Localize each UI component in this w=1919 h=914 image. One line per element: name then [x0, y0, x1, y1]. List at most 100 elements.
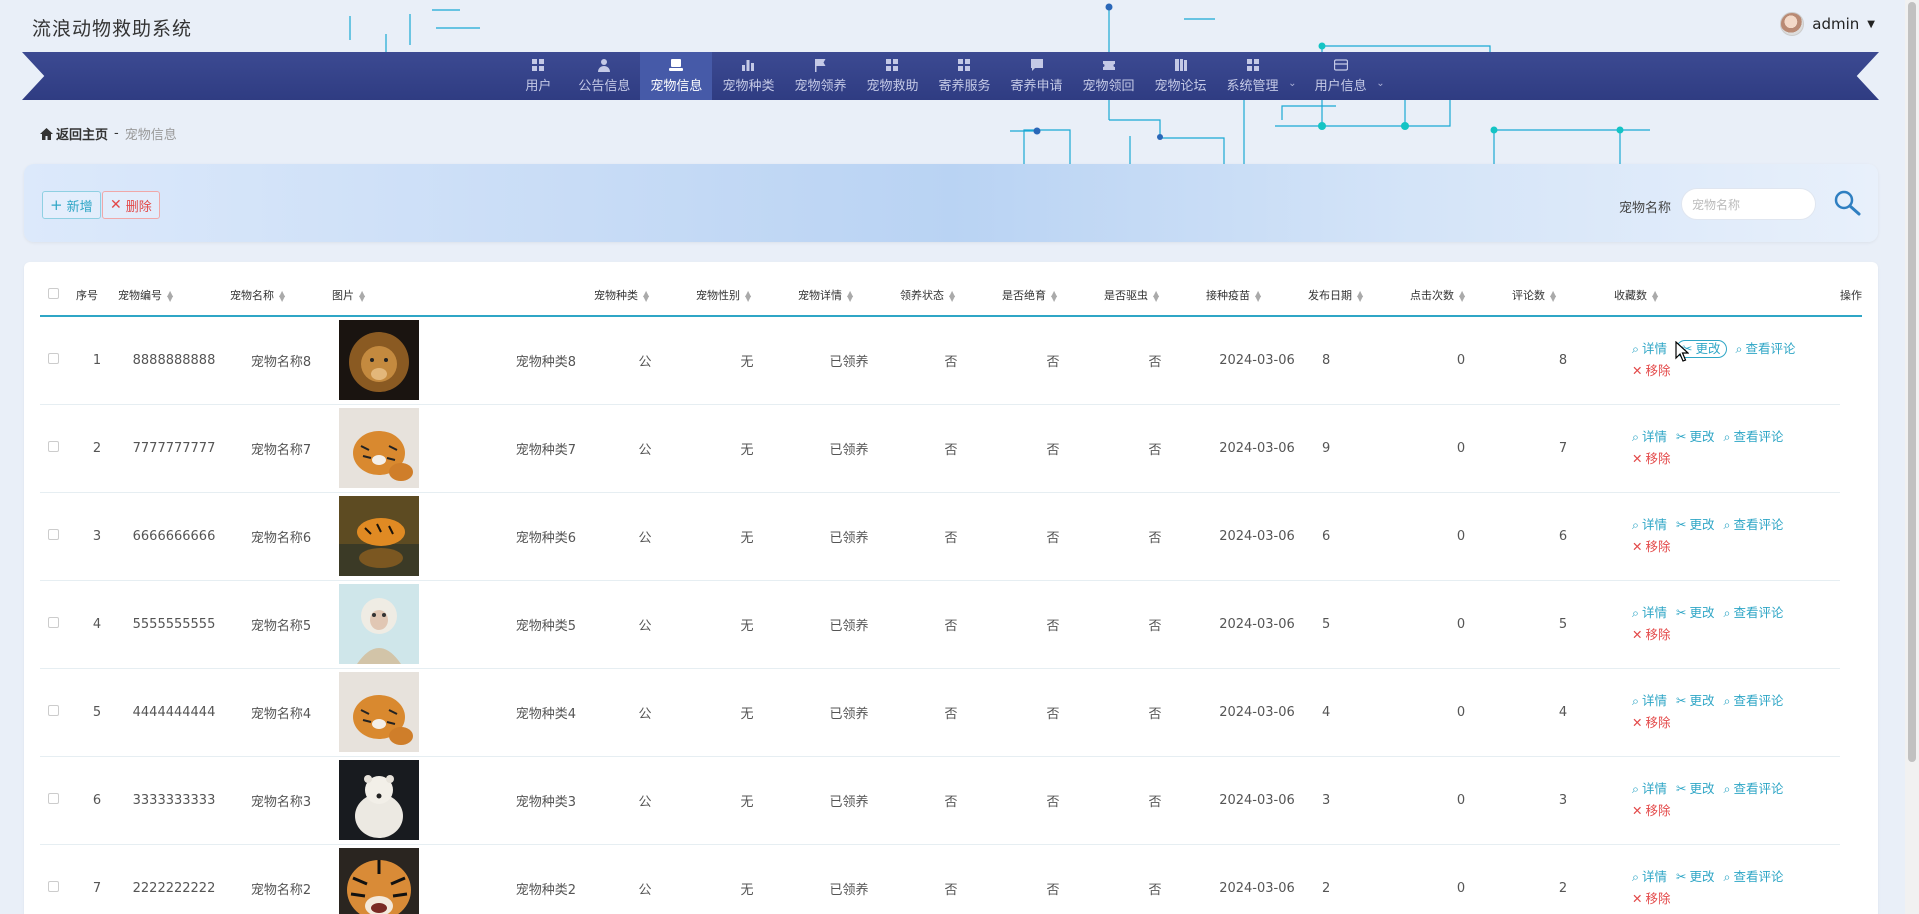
table-row: 4 5555555555 宠物名称5 宠物种类5 公无已领养否否否 2024-03-06 5… — [40, 580, 1862, 669]
detail-button[interactable]: ⌕ 详情 — [1632, 602, 1667, 624]
column-header[interactable]: 是否绝育 ▲ ▼ — [1002, 274, 1104, 317]
sort-icon[interactable]: ▲ ▼ — [1051, 289, 1057, 302]
row-checkbox[interactable] — [48, 528, 59, 540]
sort-icon[interactable]: ▲ ▼ — [279, 289, 285, 302]
view-comments-button[interactable]: ⌕ 查看评论 — [1724, 514, 1784, 536]
view-comments-button[interactable]: ⌕ 查看评论 — [1724, 602, 1784, 624]
sort-icon[interactable]: ▲ ▼ — [949, 289, 955, 302]
nav-item-6[interactable]: 寄养服务 — [928, 52, 1000, 100]
pet-image[interactable] — [339, 672, 419, 752]
breadcrumb-home[interactable]: 返回主页 — [40, 124, 108, 143]
sort-icon[interactable]: ▲ ▼ — [1459, 289, 1465, 302]
detail-button[interactable]: ⌕ 详情 — [1632, 778, 1667, 800]
pet-image[interactable] — [339, 760, 419, 840]
select-all-checkbox[interactable] — [48, 287, 59, 299]
search-input[interactable]: 宠物名称 — [1681, 188, 1816, 220]
column-header[interactable]: 宠物编号 ▲ ▼ — [118, 274, 230, 317]
pet-image[interactable] — [339, 408, 419, 488]
nav-item-0[interactable]: 用户 — [508, 52, 568, 100]
cell-dewormed: 否 — [1002, 668, 1104, 757]
nav-item-8[interactable]: 宠物领回 — [1073, 52, 1145, 100]
edit-button[interactable]: ✂ 更改 — [1676, 866, 1715, 888]
sort-icon[interactable]: ▲ ▼ — [167, 289, 173, 302]
user-menu[interactable]: admin ▼ — [1780, 12, 1875, 36]
column-header[interactable]: 宠物性别 ▲ ▼ — [696, 274, 798, 317]
row-checkbox[interactable] — [48, 352, 59, 364]
view-comments-button[interactable]: ⌕ 查看评论 — [1724, 426, 1784, 448]
magic-wand-icon: ⌕ — [1632, 429, 1640, 444]
edit-button[interactable]: ✂ 更改 — [1676, 426, 1715, 448]
pet-image[interactable] — [339, 320, 419, 401]
row-checkbox[interactable] — [48, 704, 59, 716]
column-header[interactable]: 是否驱虫 ▲ ▼ — [1104, 274, 1206, 317]
column-header-label: 收藏数 — [1614, 288, 1647, 302]
sort-icon[interactable]: ▲ ▼ — [1357, 289, 1363, 302]
nav-item-5[interactable]: 宠物救助 — [856, 52, 928, 100]
edit-button[interactable]: ✂ 更改 — [1676, 602, 1715, 624]
remove-button[interactable]: ✕ 移除 — [1632, 448, 1671, 470]
scrollbar-thumb[interactable] — [1908, 2, 1916, 762]
close-icon: ✕ — [1632, 539, 1643, 554]
remove-button[interactable]: ✕ 移除 — [1632, 536, 1671, 558]
column-header[interactable]: 收藏数 ▲ ▼ — [1614, 274, 1840, 317]
column-header[interactable]: 领养状态 ▲ ▼ — [900, 274, 1002, 317]
page-scrollbar[interactable] — [1905, 0, 1919, 914]
pet-image[interactable] — [339, 496, 419, 576]
edit-button[interactable]: ✂ 更改 — [1676, 514, 1715, 536]
nav-item-2[interactable]: 宠物信息 — [640, 52, 713, 100]
sort-icon[interactable]: ▲ ▼ — [1652, 289, 1658, 302]
detail-button[interactable]: ⌕ 详情 — [1632, 514, 1667, 536]
column-header[interactable]: 宠物详情 ▲ ▼ — [798, 274, 900, 317]
nav-item-11[interactable]: 用户信息 ⌄ — [1305, 52, 1385, 100]
delete-button[interactable]: ✕ 删除 — [102, 191, 160, 219]
view-comments-button[interactable]: ⌕ 查看评论 — [1724, 778, 1784, 800]
nav-item-9[interactable]: 宠物论坛 — [1145, 52, 1217, 100]
column-header[interactable]: 宠物名称 ▲ ▼ — [230, 274, 332, 317]
column-header[interactable]: 图片 ▲ ▼ — [332, 274, 594, 317]
cell-comments: 0 — [1410, 756, 1512, 845]
column-header[interactable]: 接种疫苗 ▲ ▼ — [1206, 274, 1308, 317]
view-comments-button[interactable]: ⌕ 查看评论 — [1724, 866, 1784, 888]
column-header[interactable]: 评论数 ▲ ▼ — [1512, 274, 1614, 317]
pet-image[interactable] — [339, 848, 419, 914]
detail-button[interactable]: ⌕ 详情 — [1632, 338, 1667, 360]
cell-type: 宠物种类7 — [492, 404, 594, 493]
view-comments-button[interactable]: ⌕ 查看评论 — [1736, 338, 1796, 360]
sort-icon[interactable]: ▲ ▼ — [1255, 289, 1261, 302]
edit-button[interactable]: ✂ 更改 — [1676, 778, 1715, 800]
sort-icon[interactable]: ▲ ▼ — [847, 289, 853, 302]
detail-button[interactable]: ⌕ 详情 — [1632, 426, 1667, 448]
remove-button[interactable]: ✕ 移除 — [1632, 800, 1671, 822]
search-button[interactable] — [1832, 188, 1862, 218]
remove-button[interactable]: ✕ 移除 — [1632, 360, 1671, 382]
remove-button[interactable]: ✕ 移除 — [1632, 624, 1671, 646]
row-checkbox[interactable] — [48, 880, 59, 892]
column-header[interactable]: 发布日期 ▲ ▼ — [1308, 274, 1410, 317]
sort-icon[interactable]: ▲ ▼ — [643, 289, 649, 302]
detail-button[interactable]: ⌕ 详情 — [1632, 690, 1667, 712]
sort-icon[interactable]: ▲ ▼ — [359, 289, 365, 302]
row-checkbox[interactable] — [48, 440, 59, 452]
column-header[interactable]: 宠物种类 ▲ ▼ — [594, 274, 696, 317]
detail-button[interactable]: ⌕ 详情 — [1632, 866, 1667, 888]
add-button[interactable]: + 新增 — [42, 191, 101, 219]
column-header[interactable]: 点击次数 ▲ ▼ — [1410, 274, 1512, 317]
cell-name: 宠物名称8 — [230, 316, 332, 405]
nav-item-1[interactable]: 公告信息 — [568, 52, 640, 100]
view-comments-button[interactable]: ⌕ 查看评论 — [1724, 690, 1784, 712]
row-checkbox[interactable] — [48, 616, 59, 628]
row-checkbox[interactable] — [48, 792, 59, 804]
sort-icon[interactable]: ▲ ▼ — [745, 289, 751, 302]
edit-button[interactable]: ✂ 更改 — [1676, 690, 1715, 712]
pet-image[interactable] — [339, 584, 419, 664]
remove-button[interactable]: ✕ 移除 — [1632, 712, 1671, 734]
nav-item-4[interactable]: 宠物领养 — [784, 52, 856, 100]
nav-item-10[interactable]: 系统管理 ⌄ — [1217, 52, 1297, 100]
sort-icon[interactable]: ▲ ▼ — [1550, 289, 1556, 302]
remove-button[interactable]: ✕ 移除 — [1632, 888, 1671, 910]
column-header-label: 接种疫苗 — [1206, 288, 1250, 302]
nav-item-3[interactable]: 宠物种类 — [712, 52, 784, 100]
nav-item-7[interactable]: 寄养申请 — [1001, 52, 1073, 100]
cell-comments: 0 — [1410, 844, 1512, 914]
sort-icon[interactable]: ▲ ▼ — [1153, 289, 1159, 302]
